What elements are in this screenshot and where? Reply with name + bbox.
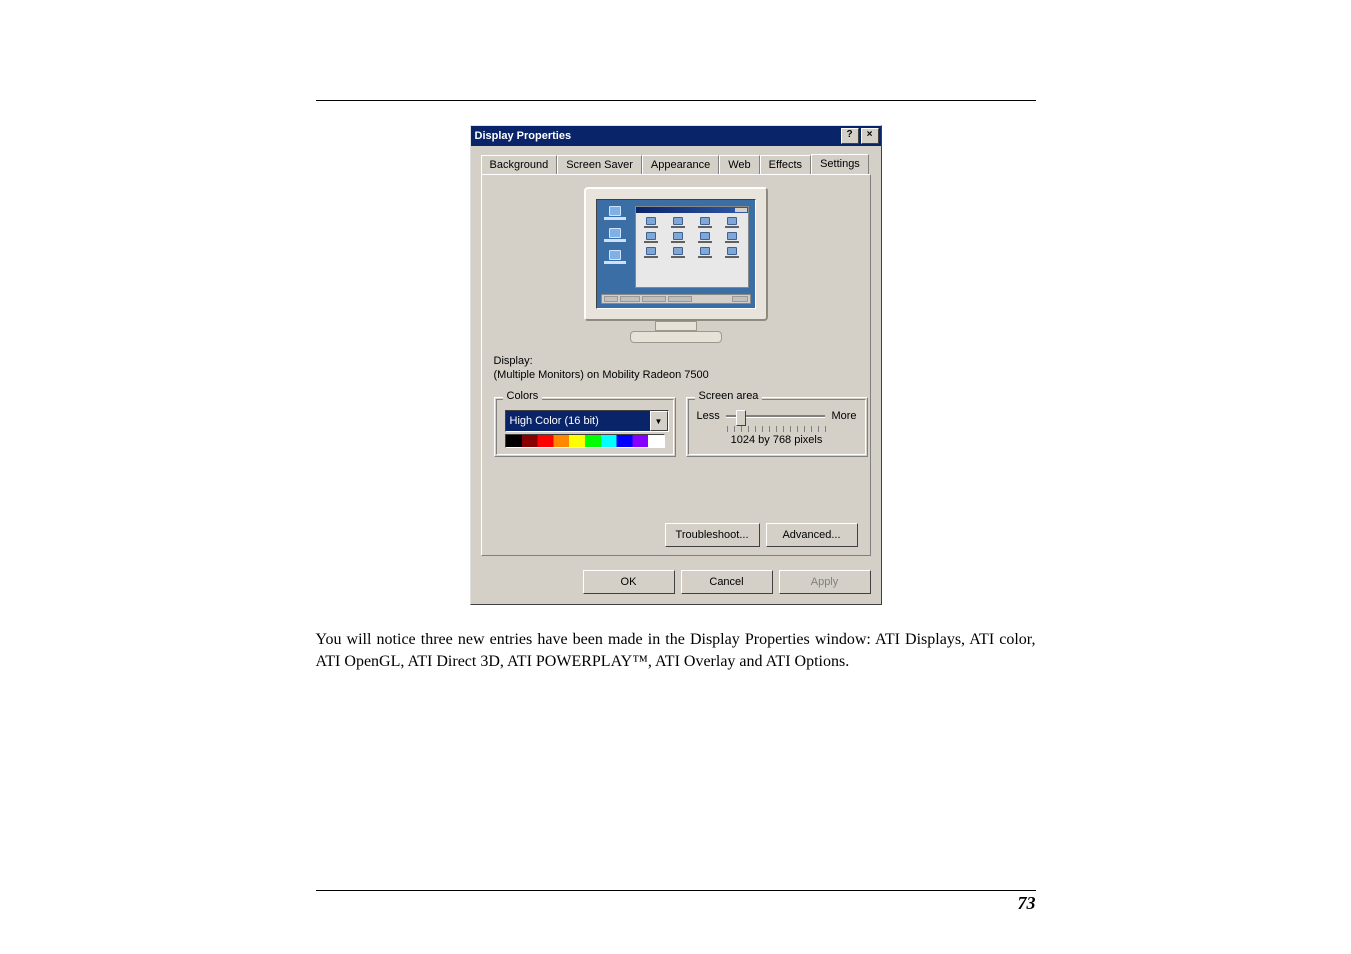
footer: 73 [316,890,1036,914]
top-rule [316,100,1036,101]
titlebar[interactable]: Display Properties ? × [471,126,881,146]
color-preview-bar [505,434,665,448]
display-properties-dialog: Display Properties ? × Background Screen… [470,125,882,605]
monitor-screen [596,199,756,309]
screen-area-group-title: Screen area [695,390,763,402]
slider-ticks [727,426,827,432]
tab-row: Background Screen Saver Appearance Web E… [471,146,881,174]
titlebar-text: Display Properties [473,130,839,142]
troubleshoot-button[interactable]: Troubleshoot... [665,523,760,547]
settings-tab-panel: Display: (Multiple Monitors) on Mobility… [481,174,871,556]
tab-settings[interactable]: Settings [811,154,869,174]
resolution-slider[interactable] [726,415,826,418]
color-depth-value: High Color (16 bit) [510,415,599,427]
display-label: Display: [494,355,709,367]
mini-taskbar [601,294,751,304]
colors-group: Colors High Color (16 bit) ▼ [494,397,676,457]
dialog-buttons: OK Cancel Apply [471,566,881,604]
advanced-button[interactable]: Advanced... [766,523,858,547]
slider-more-label: More [831,410,856,422]
monitor-case [584,187,768,321]
slider-thumb-icon[interactable] [736,410,746,426]
ok-button[interactable]: OK [583,570,675,594]
chevron-down-icon: ▼ [650,411,668,431]
monitor-stand-base [630,331,722,343]
display-label-block: Display: (Multiple Monitors) on Mobility… [494,355,709,383]
tab-web[interactable]: Web [719,155,759,175]
page: Display Properties ? × Background Screen… [316,0,1036,954]
cancel-button[interactable]: Cancel [681,570,773,594]
titlebar-close-button[interactable]: × [861,128,879,144]
resolution-readout: 1024 by 768 pixels [687,434,867,446]
mini-window [635,206,749,288]
tab-background[interactable]: Background [481,155,558,175]
caption-text: You will notice three new entries have b… [316,629,1036,672]
resolution-slider-row: Less More [697,410,857,422]
titlebar-help-button[interactable]: ? [841,128,859,144]
color-depth-dropdown[interactable]: High Color (16 bit) ▼ [505,410,669,432]
tab-appearance[interactable]: Appearance [642,155,719,175]
slider-less-label: Less [697,410,720,422]
tab-effects[interactable]: Effects [760,155,811,175]
monitor-stand-neck [655,321,697,331]
colors-group-title: Colors [503,390,543,402]
display-name: (Multiple Monitors) on Mobility Radeon 7… [494,369,709,381]
monitor-preview [581,187,771,347]
apply-button[interactable]: Apply [779,570,871,594]
screen-area-group: Screen area Less More 1024 by 768 pixels [686,397,868,457]
mini-desktop-icons [601,206,629,304]
panel-buttons: Troubleshoot... Advanced... [665,523,858,547]
page-number: 73 [1018,893,1036,913]
tab-screen-saver[interactable]: Screen Saver [557,155,642,175]
